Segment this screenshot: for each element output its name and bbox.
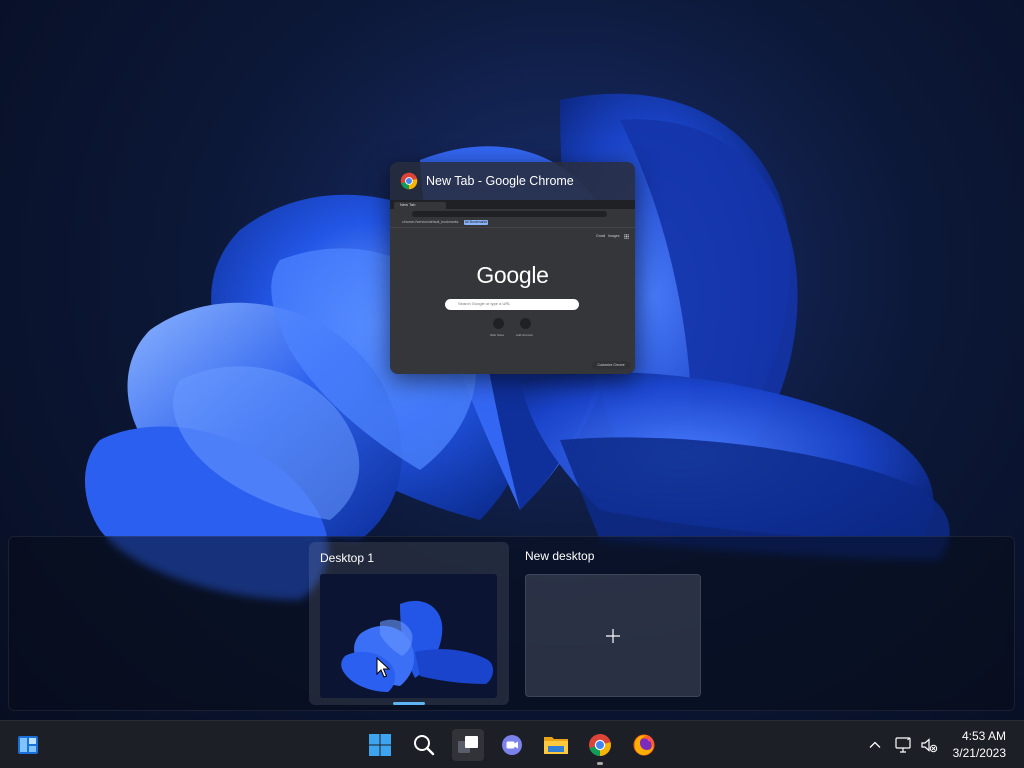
plus-icon [606, 628, 620, 643]
window-title-bar[interactable]: New Tab - Google Chrome [390, 162, 635, 200]
window-thumbnail[interactable]: New Tab chrome://version/default_bookmar… [390, 200, 635, 374]
thumb-search-placeholder: Search Google or type a URL [458, 301, 511, 306]
teams-chat-button[interactable] [496, 729, 528, 761]
teams-chat-icon [502, 735, 522, 755]
firefox-button[interactable] [628, 729, 660, 761]
taskbar-clock[interactable]: 4:53 AM 3/21/2023 [936, 728, 1006, 762]
search-button[interactable] [408, 729, 440, 761]
window-title: New Tab - Google Chrome [426, 174, 574, 188]
desktop-1-wallpaper-preview [320, 574, 497, 698]
network-icon [895, 737, 911, 753]
thumb-customize-button: Customize Chrome [592, 361, 630, 369]
start-button[interactable] [364, 729, 396, 761]
firefox-icon [633, 734, 655, 756]
chrome-taskbar-button[interactable] [584, 729, 616, 761]
active-desktop-indicator [393, 702, 425, 705]
clock-time: 4:53 AM [961, 729, 1006, 743]
thumb-bookmark-button: All Bookmarks [464, 220, 488, 225]
clock-date: 3/21/2023 [952, 746, 1006, 760]
file-explorer-icon [544, 737, 568, 754]
task-view-icon [458, 736, 478, 753]
chevron-up-icon [869, 741, 881, 748]
chrome-icon [400, 172, 418, 190]
thumb-apps-icon [624, 234, 629, 239]
show-hidden-icons-button[interactable] [863, 733, 887, 757]
thumb-shortcut-label: Add shortcut [516, 333, 533, 337]
thumb-gmail-link: Gmail [596, 234, 606, 238]
desktop-1-label: Desktop 1 [320, 551, 375, 565]
thumb-bookmark-text: chrome://version/default_bookmarks [402, 220, 459, 224]
thumb-omnibox [412, 211, 607, 217]
mouse-cursor-icon [376, 657, 390, 678]
virtual-desktops-bar [8, 536, 1015, 711]
widgets-icon [18, 736, 38, 754]
thumb-google-logo: Google [476, 262, 549, 288]
search-icon [414, 735, 435, 756]
task-view-window-card[interactable]: New Tab - Google Chrome New Tab chrome:/… [390, 162, 635, 374]
desktop-screen: New Tab - Google Chrome New Tab chrome:/… [0, 0, 1024, 768]
thumb-shortcut-add [520, 318, 531, 329]
network-button[interactable] [891, 733, 915, 757]
thumb-images-link: Images [608, 234, 620, 238]
thumb-shortcut-webstore [493, 318, 504, 329]
desktop-1-thumbnail[interactable] [320, 574, 497, 698]
chrome-running-indicator [597, 762, 603, 765]
thumb-shortcut-label: Web Store [490, 333, 505, 337]
windows-start-icon [369, 734, 391, 756]
new-desktop-button[interactable] [525, 574, 701, 697]
file-explorer-button[interactable] [540, 729, 572, 761]
new-desktop-label: New desktop [525, 549, 595, 563]
task-view-button[interactable] [452, 729, 484, 761]
chrome-icon [589, 734, 611, 756]
thumb-tab-title: New Tab [400, 202, 416, 207]
widgets-button[interactable] [12, 729, 44, 761]
taskbar: 4:53 AM 3/21/2023 [0, 720, 1024, 768]
